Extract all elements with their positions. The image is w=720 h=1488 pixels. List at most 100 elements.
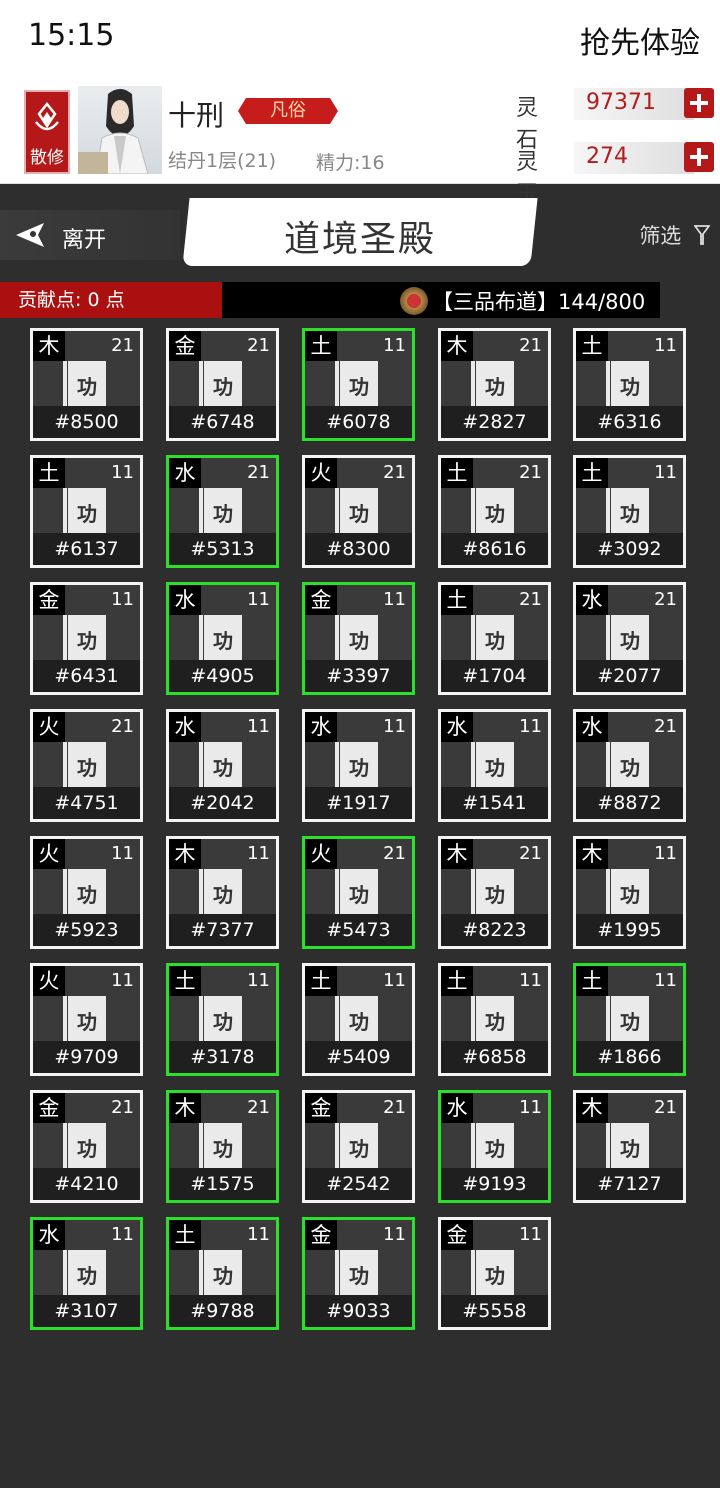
manual-book-icon: 功 xyxy=(471,361,514,407)
book-glyph: 功 xyxy=(213,1137,233,1161)
technique-card[interactable]: 火 21 功 #5473 xyxy=(302,836,415,949)
technique-card[interactable]: 金 21 功 #6748 xyxy=(166,328,279,441)
technique-card[interactable]: 木 21 功 #8223 xyxy=(438,836,551,949)
manual-book-icon: 功 xyxy=(199,488,242,534)
book-glyph: 功 xyxy=(77,502,97,526)
technique-card[interactable]: 土 21 功 #8616 xyxy=(438,455,551,568)
technique-card[interactable]: 金 11 功 #9033 xyxy=(302,1217,415,1330)
card-id: #3397 xyxy=(305,660,412,692)
technique-card[interactable]: 土 11 功 #3178 xyxy=(166,963,279,1076)
technique-card[interactable]: 水 21 功 #8872 xyxy=(573,709,686,822)
technique-card[interactable]: 土 11 功 #6078 xyxy=(302,328,415,441)
book-glyph: 功 xyxy=(77,883,97,907)
technique-card[interactable]: 火 11 功 #5923 xyxy=(30,836,143,949)
manual-book-icon: 功 xyxy=(471,488,514,534)
manual-book-icon: 功 xyxy=(335,488,378,534)
player-header: 散修 十刑 凡俗 结丹1层(21) 精力:16 灵石 97371 灵玉 274 xyxy=(0,80,720,207)
technique-card[interactable]: 金 21 功 #2542 xyxy=(302,1090,415,1203)
technique-card[interactable]: 土 11 功 #6137 xyxy=(30,455,143,568)
level-value: 21 xyxy=(383,843,406,864)
avatar[interactable] xyxy=(78,86,162,174)
card-id: #5313 xyxy=(169,533,276,565)
card-id: #9033 xyxy=(305,1295,412,1327)
element-tag: 土 xyxy=(441,966,473,996)
element-tag: 水 xyxy=(305,712,337,742)
manual-book-icon: 功 xyxy=(63,1123,106,1169)
manual-book-icon: 功 xyxy=(335,996,378,1042)
technique-card[interactable]: 水 11 功 #9193 xyxy=(438,1090,551,1203)
add-spirit-jade-button[interactable] xyxy=(684,142,714,172)
book-glyph: 功 xyxy=(349,629,369,653)
technique-card[interactable]: 水 11 功 #3107 xyxy=(30,1217,143,1330)
book-glyph: 功 xyxy=(213,375,233,399)
technique-card[interactable]: 土 21 功 #1704 xyxy=(438,582,551,695)
level-value: 11 xyxy=(383,589,406,610)
level-value: 11 xyxy=(111,462,134,483)
technique-card[interactable]: 火 11 功 #9709 xyxy=(30,963,143,1076)
technique-card[interactable]: 水 21 功 #5313 xyxy=(166,455,279,568)
level-value: 21 xyxy=(519,462,542,483)
manual-book-icon: 功 xyxy=(606,615,649,661)
technique-card[interactable]: 木 11 功 #1995 xyxy=(573,836,686,949)
technique-card[interactable]: 土 11 功 #5409 xyxy=(302,963,415,1076)
element-tag: 金 xyxy=(305,585,337,615)
card-id: #5473 xyxy=(305,914,412,946)
manual-book-icon: 功 xyxy=(63,996,106,1042)
technique-card[interactable]: 火 21 功 #8300 xyxy=(302,455,415,568)
technique-card[interactable]: 金 11 功 #5558 xyxy=(438,1217,551,1330)
card-id: #6858 xyxy=(441,1041,548,1073)
technique-card[interactable]: 火 21 功 #4751 xyxy=(30,709,143,822)
technique-card[interactable]: 金 11 功 #6431 xyxy=(30,582,143,695)
book-glyph: 功 xyxy=(213,883,233,907)
early-access-label[interactable]: 抢先体验 xyxy=(580,18,700,62)
technique-card[interactable]: 土 11 功 #6858 xyxy=(438,963,551,1076)
technique-card[interactable]: 土 11 功 #1866 xyxy=(573,963,686,1076)
book-glyph: 功 xyxy=(620,883,640,907)
element-tag: 水 xyxy=(169,712,201,742)
element-tag: 水 xyxy=(576,585,608,615)
level-value: 11 xyxy=(519,716,542,737)
technique-card[interactable]: 木 21 功 #7127 xyxy=(573,1090,686,1203)
level-value: 21 xyxy=(247,1097,270,1118)
card-id: #9788 xyxy=(169,1295,276,1327)
element-tag: 火 xyxy=(33,966,65,996)
filter-button[interactable]: 筛选 xyxy=(639,220,710,250)
book-glyph: 功 xyxy=(77,756,97,780)
technique-card[interactable]: 水 11 功 #2042 xyxy=(166,709,279,822)
level-value: 11 xyxy=(247,716,270,737)
technique-card[interactable]: 土 11 功 #6316 xyxy=(573,328,686,441)
leave-button[interactable]: 离开 xyxy=(0,210,180,260)
book-glyph: 功 xyxy=(349,883,369,907)
manual-book-icon: 功 xyxy=(199,742,242,788)
technique-card[interactable]: 水 11 功 #4905 xyxy=(166,582,279,695)
technique-card[interactable]: 土 11 功 #3092 xyxy=(573,455,686,568)
technique-card[interactable]: 金 21 功 #4210 xyxy=(30,1090,143,1203)
card-id: #5409 xyxy=(305,1041,412,1073)
element-tag: 土 xyxy=(169,966,201,996)
element-tag: 水 xyxy=(441,1093,473,1123)
card-id: #9193 xyxy=(441,1168,548,1200)
spirit-stone-value: 97371 xyxy=(586,90,656,115)
technique-card[interactable]: 木 21 功 #8500 xyxy=(30,328,143,441)
technique-card[interactable]: 土 11 功 #9788 xyxy=(166,1217,279,1330)
manual-book-icon: 功 xyxy=(199,869,242,915)
sect-badge[interactable]: 散修 xyxy=(24,90,70,174)
technique-card[interactable]: 木 11 功 #7377 xyxy=(166,836,279,949)
level-value: 11 xyxy=(383,1224,406,1245)
technique-card[interactable]: 水 21 功 #2077 xyxy=(573,582,686,695)
technique-card[interactable]: 水 11 功 #1541 xyxy=(438,709,551,822)
add-spirit-stone-button[interactable] xyxy=(684,88,714,118)
level-value: 21 xyxy=(111,716,134,737)
technique-card[interactable]: 金 11 功 #3397 xyxy=(302,582,415,695)
technique-card[interactable]: 木 21 功 #2827 xyxy=(438,328,551,441)
book-glyph: 功 xyxy=(349,375,369,399)
technique-card[interactable]: 木 21 功 #1575 xyxy=(166,1090,279,1203)
card-id: #7127 xyxy=(576,1168,683,1200)
level-value: 21 xyxy=(247,335,270,356)
level-value: 11 xyxy=(519,970,542,991)
book-glyph: 功 xyxy=(620,375,640,399)
technique-card[interactable]: 水 11 功 #1917 xyxy=(302,709,415,822)
element-tag: 火 xyxy=(305,839,337,869)
manual-book-icon: 功 xyxy=(335,361,378,407)
manual-book-icon: 功 xyxy=(199,1250,242,1296)
